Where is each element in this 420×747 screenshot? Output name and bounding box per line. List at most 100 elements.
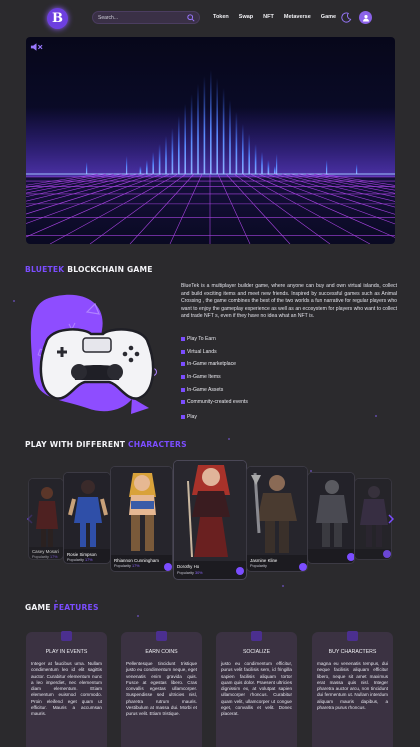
feature-label: In-Game Items xyxy=(187,374,221,381)
character-card[interactable] xyxy=(307,472,355,564)
nav-token[interactable]: Token xyxy=(213,14,229,20)
search-input[interactable] xyxy=(98,14,186,21)
hero-grid-line xyxy=(169,173,203,244)
feature-label: Community-created events xyxy=(187,399,248,406)
hero-light-bar xyxy=(126,156,128,174)
user-icon xyxy=(362,14,369,21)
feature-card-text: justo eu condimentum efficitur, purus ve… xyxy=(221,661,292,717)
play-button[interactable]: Play xyxy=(181,411,248,424)
hero-light-bar xyxy=(210,70,212,174)
nav-swap[interactable]: Swap xyxy=(239,14,253,20)
hero-grid-line xyxy=(26,173,171,238)
bullet-icon xyxy=(181,349,185,354)
chat-icon xyxy=(251,631,262,641)
character-name: Jasmine Kline xyxy=(250,558,278,563)
character-card[interactable] xyxy=(354,478,392,560)
hero-light-bar xyxy=(274,166,276,174)
mute-icon[interactable] xyxy=(30,42,43,52)
about-title-accent: BLUETEK xyxy=(25,265,65,274)
popularity-label: Popularity xyxy=(67,558,84,562)
about-title-rest: BLOCKCHAIN GAME xyxy=(64,265,153,274)
moon-icon[interactable] xyxy=(341,12,352,23)
bullet-icon xyxy=(181,375,185,380)
bluetek-logo[interactable]: B xyxy=(47,8,68,29)
select-character-button[interactable] xyxy=(299,563,307,571)
star-dot xyxy=(375,415,377,417)
character-popularity: Popularity 30% xyxy=(177,571,203,575)
play-label: Play xyxy=(187,413,197,420)
select-character-button[interactable] xyxy=(164,563,172,571)
character-card[interactable]: Rosie Simpson Popularity 17% xyxy=(63,472,111,564)
hero-light-bar xyxy=(146,160,148,174)
top-navbar: B Token Swap NFT Metaverse Game xyxy=(0,0,420,36)
chevron-right-icon[interactable] xyxy=(388,514,394,524)
hero-light-bar xyxy=(248,134,250,174)
feature-card-events: PLAY IN EVENTS Integer at faucibus urna.… xyxy=(26,631,107,747)
hero-light-bar xyxy=(267,160,270,174)
hero-grid-line xyxy=(257,173,395,225)
hero-grid-line xyxy=(249,173,395,238)
hero-light-bar xyxy=(197,84,199,174)
feature-card-title: SOCIALIZE xyxy=(242,649,271,655)
search-icon[interactable] xyxy=(187,14,195,22)
popularity-value: 17% xyxy=(84,558,93,562)
hero-light-bar xyxy=(178,116,180,174)
hero-grid-line xyxy=(129,173,195,244)
hero-light-bar xyxy=(276,154,278,174)
feature-play-to-earn: Play To Earn xyxy=(181,333,248,346)
bullet-icon xyxy=(181,414,185,419)
hero-light-bar xyxy=(229,100,231,174)
character-portrait xyxy=(29,479,63,547)
character-name: Rhiannon Cunningham xyxy=(114,558,159,563)
feature-items: In-Game Items xyxy=(181,371,248,384)
select-character-button[interactable] xyxy=(236,567,244,575)
bullet-icon xyxy=(181,337,185,342)
popularity-value: 17% xyxy=(49,555,58,559)
characters-title-main: PLAY WITH DIFFERENT xyxy=(25,440,128,449)
feature-marketplace: In-Game marketplace xyxy=(181,358,248,371)
nav-nft[interactable]: NFT xyxy=(263,14,274,20)
star-dot xyxy=(137,615,139,617)
feature-card-title: PLAY IN EVENTS xyxy=(45,649,88,655)
character-portrait xyxy=(64,473,110,549)
about-title: BLUETEK BLOCKCHAIN GAME xyxy=(25,265,153,274)
features-title: GAME FEATURES xyxy=(25,603,99,612)
nav-game[interactable]: Game xyxy=(321,14,336,20)
character-name: Casey Mosari xyxy=(32,549,59,554)
hero-light-bar xyxy=(326,160,328,174)
search-bar[interactable] xyxy=(92,11,200,24)
character-card-featured[interactable]: Dorothy Ho Popularity 30% xyxy=(173,460,247,580)
feature-card-title: EARN COINS xyxy=(145,649,178,655)
feature-card-socialize: SOCIALIZE justo eu condimentum efficitur… xyxy=(216,631,297,747)
main-nav: Token Swap NFT Metaverse Game xyxy=(213,14,336,20)
user-avatar[interactable] xyxy=(359,11,372,24)
character-name: Rosie Simpson xyxy=(67,552,97,557)
bullet-icon xyxy=(181,387,185,392)
hero-light-bar xyxy=(203,76,206,174)
hero-light-bar xyxy=(254,144,257,174)
hero-grid-line xyxy=(225,173,291,244)
feature-assets: In-Game Assets xyxy=(181,383,248,396)
character-popularity: Popularity 17% xyxy=(114,564,140,568)
hero-synthwave-art xyxy=(26,70,395,244)
character-popularity: Popularity 17% xyxy=(67,558,93,562)
hero-light-bar xyxy=(222,88,225,174)
character-card[interactable]: Rhiannon Cunningham Popularity 17% xyxy=(110,466,173,572)
character-card[interactable]: Jasmine Kline Popularity xyxy=(246,466,308,572)
select-character-button[interactable] xyxy=(383,550,391,558)
feature-card-text: Pellentesque tincidunt tristique justo e… xyxy=(126,661,197,717)
hero-light-bar xyxy=(242,124,244,174)
features-title-main: GAME xyxy=(25,603,54,612)
feature-label: In-Game marketplace xyxy=(187,361,236,368)
feature-label: Virtual Lands xyxy=(187,348,217,355)
characters-title-accent: CHARACTERS xyxy=(127,440,187,449)
character-card[interactable]: Casey Mosari Popularity 17% xyxy=(28,478,64,560)
star-dot xyxy=(228,438,230,440)
hero-light-bar xyxy=(184,104,186,174)
feature-card-text: Integer at faucibus urna. Nullam condime… xyxy=(31,661,102,717)
feature-card-coins: EARN COINS Pellentesque tincidunt tristi… xyxy=(121,631,202,747)
feature-community-events: Community-created events xyxy=(181,396,248,409)
nav-metaverse[interactable]: Metaverse xyxy=(284,14,311,20)
hero-light-bar xyxy=(235,112,238,174)
coins-icon xyxy=(156,631,167,641)
